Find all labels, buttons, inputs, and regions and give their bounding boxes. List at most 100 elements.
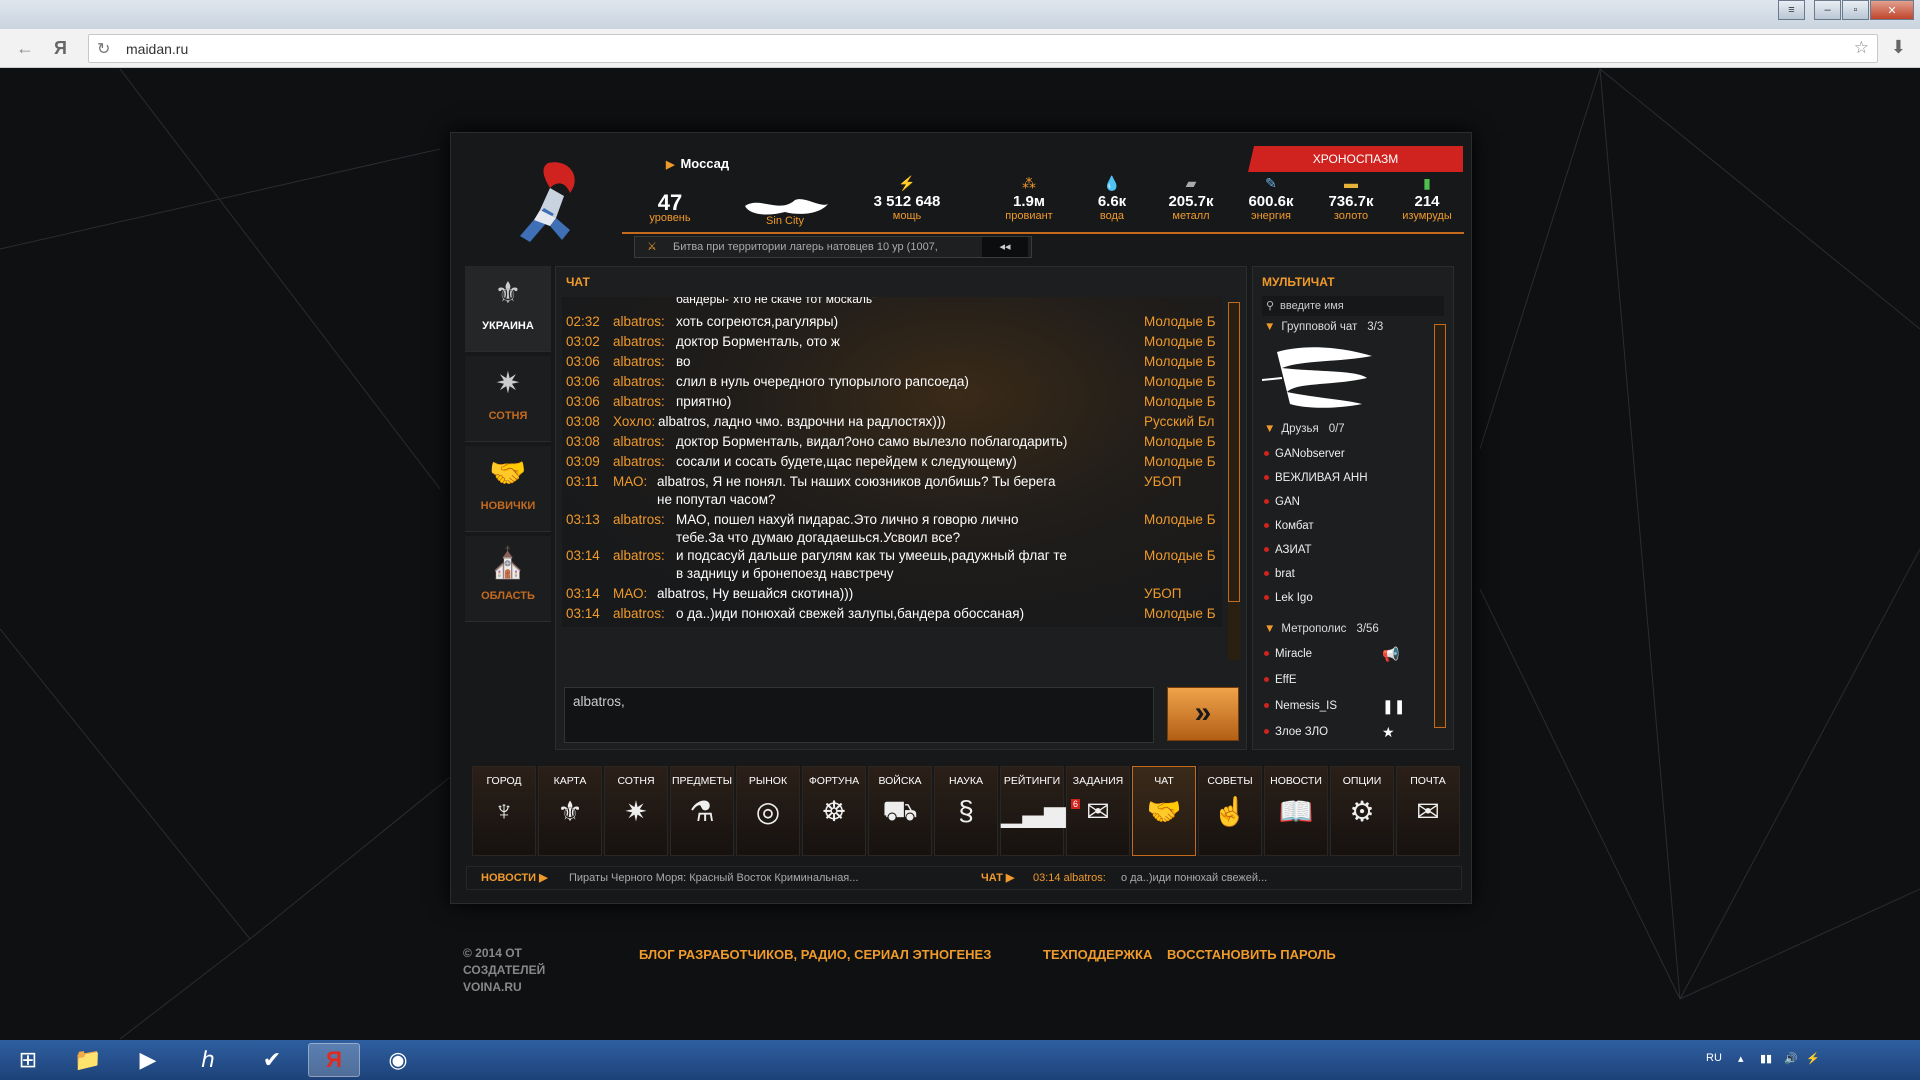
message-group[interactable]: Молодые Б (1144, 373, 1216, 391)
ticker-news-text[interactable]: Пираты Черного Моря: Красный Восток Крим… (569, 867, 858, 889)
message-group[interactable]: Молодые Б (1144, 313, 1216, 331)
message-author[interactable]: albatros: (613, 313, 665, 331)
multichat-search-input[interactable]: ⚲ введите имя (1262, 296, 1444, 316)
message-author[interactable]: albatros: (613, 353, 665, 371)
url-text[interactable]: maidan.ru (126, 41, 188, 57)
metropolis-item[interactable]: Nemesis_IS ❚❚ (1264, 698, 1405, 714)
menu-market[interactable]: РЫНОК ◎ (736, 766, 800, 856)
message-author[interactable]: Хохло: (613, 413, 655, 431)
battle-collapse-button[interactable]: ◂◂ (982, 237, 1028, 257)
message-author[interactable]: albatros: (613, 605, 665, 623)
menu-items[interactable]: ПРЕДМЕТЫ ⚗ (670, 766, 734, 856)
message-author[interactable]: albatros: (613, 511, 665, 529)
metropolis-item[interactable]: Miracle 📢 (1264, 646, 1399, 662)
menu-sotnya[interactable]: СОТНЯ ✷ (604, 766, 668, 856)
menu-tasks[interactable]: ЗАДАНИЯ 6 ✉ (1066, 766, 1130, 856)
send-button[interactable]: » (1167, 687, 1239, 741)
menu-mail[interactable]: ПОЧТА ✉ (1396, 766, 1460, 856)
message-author[interactable]: МАО: (613, 473, 647, 491)
start-button-icon[interactable]: ⊞ (2, 1043, 54, 1077)
message-group[interactable]: Молодые Б (1144, 333, 1216, 351)
message-author[interactable]: albatros: (613, 373, 665, 391)
footer-link-support[interactable]: ТЕХПОДДЕРЖКА (1043, 947, 1152, 962)
menu-options[interactable]: ОПЦИИ ⚙ (1330, 766, 1394, 856)
friend-item[interactable]: Комбат (1264, 520, 1314, 532)
message-group[interactable]: Молодые Б (1144, 353, 1216, 371)
menu-map[interactable]: КАРТА ⚜ (538, 766, 602, 856)
maximize-button[interactable]: ▫ (1842, 0, 1869, 20)
metropolis-item[interactable]: EffE (1264, 674, 1297, 686)
checkmark-app-icon[interactable]: ✔ (246, 1043, 298, 1077)
chrono-button[interactable]: ХРОНОСПАЗМ (1248, 146, 1463, 172)
ticker-chat-label[interactable]: ЧАТ ▶ (981, 867, 1014, 889)
stat-emeralds[interactable]: ▮ 214 изумруды (1392, 172, 1462, 222)
friend-item[interactable]: АЗИАТ (1264, 544, 1312, 556)
message-group[interactable]: Молодые Б (1144, 453, 1216, 471)
stat-water[interactable]: 💧 6.6к вода (1082, 172, 1142, 222)
close-button[interactable]: ✕ (1870, 0, 1914, 20)
menu-chat[interactable]: ЧАТ 🤝 (1132, 766, 1196, 856)
menu-news[interactable]: НОВОСТИ 📖 (1264, 766, 1328, 856)
network-icon[interactable]: ▮▮ (1760, 1052, 1772, 1065)
message-group[interactable]: Молодые Б (1144, 547, 1216, 565)
language-indicator[interactable]: RU (1706, 1052, 1722, 1064)
message-group[interactable]: Молодые Б (1144, 433, 1216, 451)
menu-button[interactable]: ≡ (1778, 0, 1805, 20)
chrome-icon[interactable]: ◉ (372, 1043, 424, 1077)
media-player-icon[interactable]: ▶ (122, 1043, 174, 1077)
chat-log[interactable]: бандеры-"хто не скаче тот москаль" 02:32… (562, 297, 1222, 627)
footer-link-blog[interactable]: БЛОГ РАЗРАБОТЧИКОВ, РАДИО, СЕРИАЛ ЭТНОГЕ… (639, 947, 991, 962)
ticker-chat-text[interactable]: о да..)иди понюхай свежей... (1121, 867, 1267, 889)
stat-energy[interactable]: ✎ 600.6к энергия (1232, 172, 1310, 222)
stat-level[interactable]: 47 уровень (640, 172, 700, 225)
minimize-button[interactable]: – (1814, 0, 1841, 20)
message-group[interactable]: Молодые Б (1144, 605, 1216, 623)
volume-icon[interactable]: 🔊 (1784, 1052, 1798, 1065)
chat-scrollbar[interactable] (1228, 302, 1240, 660)
friend-item[interactable]: brat (1264, 568, 1295, 580)
message-group[interactable]: Молодые Б (1144, 511, 1216, 529)
ticker-news-label[interactable]: НОВОСТИ ▶ (481, 867, 548, 889)
metropolis-item[interactable]: Злое ЗЛО ★ (1264, 724, 1395, 740)
message-author[interactable]: albatros: (613, 433, 665, 451)
multichat-group-metropolis[interactable]: ▼ Метрополис 3/56 (1264, 623, 1379, 635)
menu-advice[interactable]: СОВЕТЫ ☝ (1198, 766, 1262, 856)
download-icon[interactable]: ⬇ (1891, 37, 1906, 58)
message-author[interactable]: МАО: (613, 585, 647, 603)
bookmark-star-icon[interactable]: ☆ (1854, 38, 1869, 58)
sidenav-ukraine[interactable]: ⚜ УКРАИНА (465, 266, 551, 352)
footer-link-restore-password[interactable]: ВОССТАНОВИТЬ ПАРОЛЬ (1167, 947, 1336, 962)
address-bar[interactable]: ↻ maidan.ru ☆ (88, 34, 1878, 63)
hp-icon[interactable]: ℎ (182, 1043, 234, 1077)
menu-city[interactable]: ГОРОД ♆ (472, 766, 536, 856)
tray-arrow-icon[interactable]: ▴ (1738, 1052, 1744, 1065)
message-group[interactable]: УБОП (1144, 473, 1182, 491)
message-author[interactable]: albatros: (613, 453, 665, 471)
sidenav-region[interactable]: ⛪ ОБЛАСТЬ (465, 536, 551, 622)
reload-icon[interactable]: ↻ (97, 39, 110, 59)
yandex-browser-icon[interactable]: Я (308, 1043, 360, 1077)
friend-item[interactable]: ВЕЖЛИВАЯ АНН (1264, 472, 1368, 484)
stat-metal[interactable]: ▰ 205.7к металл (1152, 172, 1230, 222)
sidenav-sotnya[interactable]: ✷ СОТНЯ (465, 356, 551, 442)
scrollbar-thumb[interactable] (1228, 302, 1240, 602)
multichat-group-friends[interactable]: ▼ Друзья 0/7 (1264, 423, 1345, 435)
multichat-scrollbar[interactable] (1434, 324, 1446, 728)
stat-power[interactable]: ⚡ 3 512 648 мощь (868, 172, 946, 222)
menu-ratings[interactable]: РЕЙТИНГИ ▁▃▅ (1000, 766, 1066, 856)
location-label[interactable]: ▶ Моссад (666, 156, 729, 171)
stat-gold[interactable]: ▬ 736.7к золото (1312, 172, 1390, 222)
friend-item[interactable]: GANobserver (1264, 448, 1345, 460)
stat-food[interactable]: ⁂ 1.9м провиант (994, 172, 1064, 222)
friend-item[interactable]: Lek Igo (1264, 592, 1313, 604)
yandex-icon[interactable]: Я (54, 38, 67, 59)
message-author[interactable]: albatros: (613, 333, 665, 351)
multichat-group-chat[interactable]: ▼ Групповой чат 3/3 (1264, 321, 1383, 333)
back-arrow-icon[interactable]: ← (16, 38, 34, 59)
message-author[interactable]: albatros: (613, 393, 665, 411)
file-explorer-icon[interactable]: 📁 (62, 1043, 114, 1077)
menu-fortune[interactable]: ФОРТУНА ☸ (802, 766, 866, 856)
friend-item[interactable]: GAN (1264, 496, 1300, 508)
battle-notice[interactable]: ⚔ Битва при территории лагерь натовцев 1… (634, 236, 1032, 258)
scrollbar-thumb[interactable] (1434, 324, 1446, 728)
